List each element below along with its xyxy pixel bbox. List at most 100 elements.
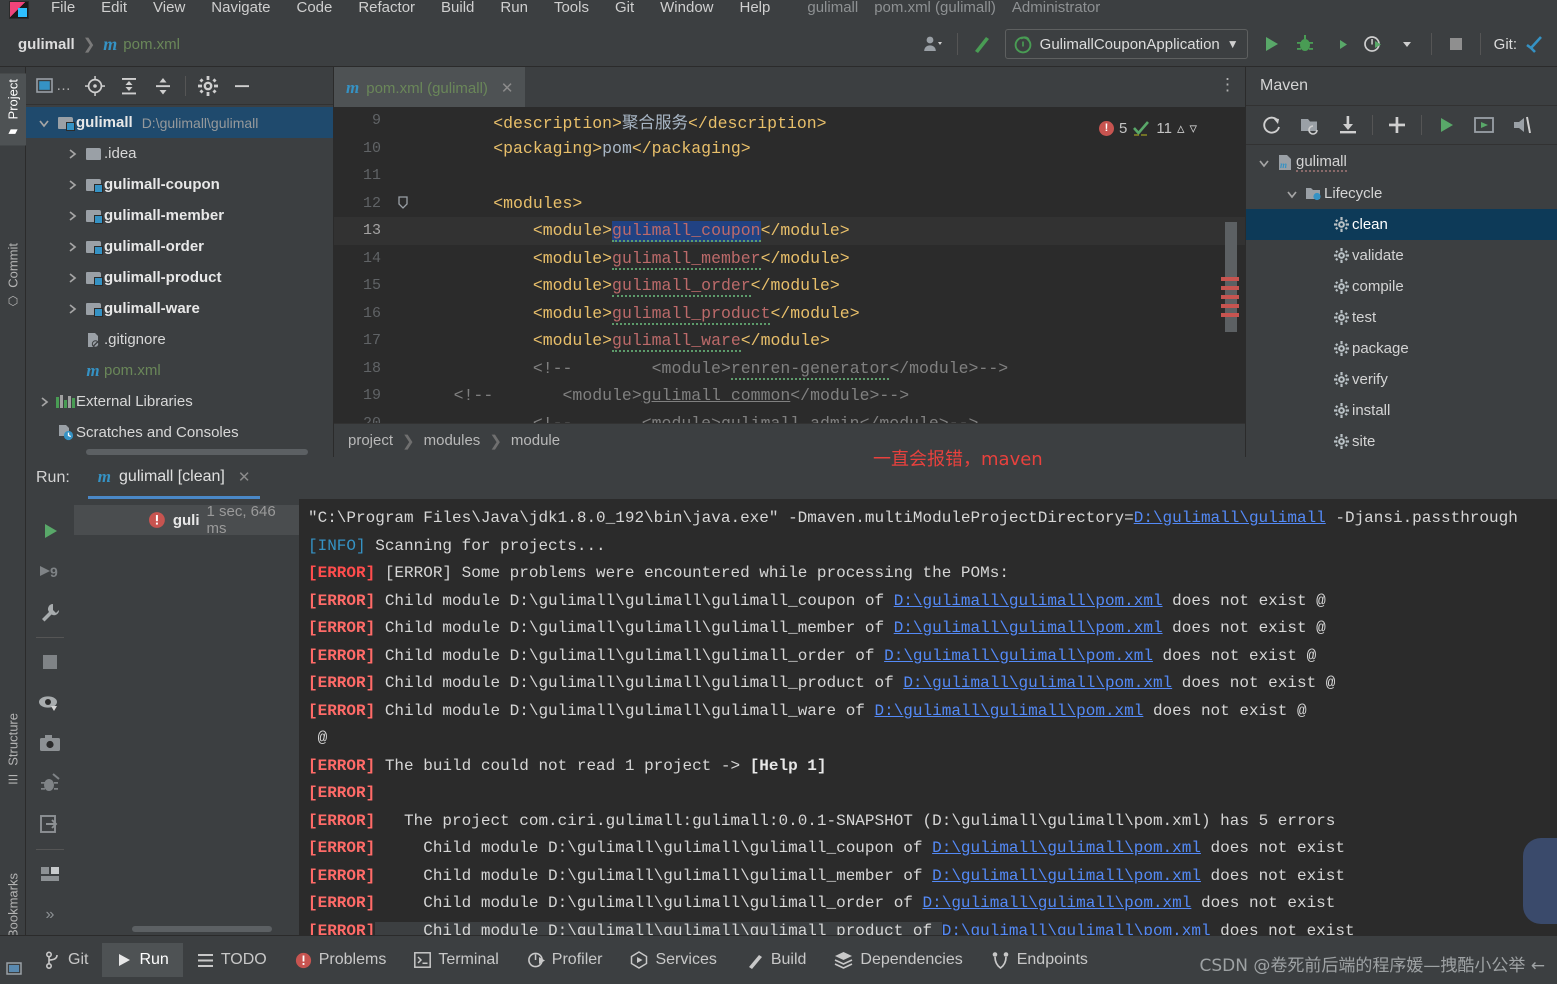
code-line[interactable]: 18 <!-- <module>renren-generator</module… <box>334 355 1245 383</box>
maven-tree-item-site[interactable]: site <box>1246 426 1557 457</box>
project-tree-item-gulimall-coupon[interactable]: gulimall-coupon <box>26 169 333 200</box>
maven-tree-item-validate[interactable]: validate <box>1246 240 1557 271</box>
project-tree[interactable]: gulimall D:\gulimall\gulimall .idea gulimal… <box>26 105 333 457</box>
chevron-down-icon[interactable] <box>1282 188 1302 200</box>
settings-gear-icon[interactable] <box>192 71 224 101</box>
run-with-coverage-button[interactable] <box>1322 27 1356 61</box>
console-link[interactable]: D:\gulimall\gulimall\pom.xml <box>894 619 1163 637</box>
error-stripe-markers[interactable] <box>1221 277 1239 322</box>
run-configuration-selector[interactable]: GulimallCouponApplication ▼ <box>1004 29 1248 59</box>
profiler-button[interactable] <box>1356 27 1390 61</box>
console-link[interactable]: D:\gulimall\gulimall\pom.xml <box>875 702 1144 720</box>
next-problem-icon[interactable]: ▿ <box>1189 119 1197 137</box>
code-line[interactable]: 10 <packaging>pom</packaging> <box>334 135 1245 163</box>
maven-tree-item-test[interactable]: test <box>1246 302 1557 333</box>
status-bar-tab-terminal[interactable]: Terminal <box>400 943 512 977</box>
rerun-failed-icon[interactable]: 9 <box>27 552 73 593</box>
notification-orb[interactable] <box>1523 838 1557 924</box>
debug-icon[interactable] <box>27 764 73 805</box>
maven-tree-item-lifecycle[interactable]: Lifecycle <box>1246 178 1557 209</box>
run-button[interactable] <box>1254 27 1288 61</box>
hide-window-icon[interactable] <box>226 71 258 101</box>
status-bar-tab-problems[interactable]: Problems <box>281 943 401 977</box>
locate-icon[interactable] <box>79 71 111 101</box>
chevron-right-icon[interactable] <box>62 303 82 315</box>
breadcrumb-project[interactable]: gulimall <box>18 36 75 53</box>
run-tree-hscrollbar[interactable] <box>132 926 272 932</box>
inspection-widget[interactable]: ! 5 11 ▵ ▿ <box>1099 119 1197 137</box>
project-tree-hscrollbar[interactable] <box>86 449 308 455</box>
fold-marker-icon[interactable] <box>392 196 414 210</box>
maven-tree-item-gulimall[interactable]: m gulimall <box>1246 147 1557 178</box>
console-link[interactable]: D:\gulimall\gulimall\pom.xml <box>942 922 1211 936</box>
maven-tree-item-verify[interactable]: verify <box>1246 364 1557 395</box>
maven-tree-item-compile[interactable]: compile <box>1246 271 1557 302</box>
console-link[interactable]: D:\gulimall\gulimall\pom.xml <box>923 894 1192 912</box>
menu-item-run[interactable]: Run <box>487 0 541 16</box>
code-line[interactable]: 20 <!-- <module>gulimall_admin</module>-… <box>334 410 1245 423</box>
status-bar-tab-profiler[interactable]: Profiler <box>513 943 617 977</box>
project-tree-item-scratches-and-consoles[interactable]: Scratches and Consoles <box>26 417 333 448</box>
code-line[interactable]: 13 <module>gulimall_coupon</module> <box>334 217 1245 245</box>
menu-item-build[interactable]: Build <box>428 0 487 16</box>
close-icon[interactable]: ✕ <box>501 79 514 97</box>
menu-item-view[interactable]: View <box>140 0 198 16</box>
chevron-right-icon[interactable] <box>34 396 54 408</box>
status-bar-tab-todo[interactable]: TODO <box>183 943 281 977</box>
maven-tree-item-install[interactable]: install <box>1246 395 1557 426</box>
console-link[interactable]: D:\gulimall\gulimall\pom.xml <box>884 647 1153 665</box>
run-tree-node[interactable]: guli 1 sec, 646 ms <box>74 503 299 537</box>
tool-window-button-project[interactable]: ▰ Project <box>0 73 26 146</box>
breadcrumb-file[interactable]: pom.xml <box>123 36 180 53</box>
status-bar-tab-dependencies[interactable]: Dependencies <box>820 943 976 977</box>
project-tree-item-gulimall-ware[interactable]: gulimall-ware <box>26 293 333 324</box>
maven-tree-item-clean[interactable]: clean <box>1246 209 1557 240</box>
execute-goal-icon[interactable] <box>1466 109 1502 141</box>
code-line[interactable]: 17 <module>gulimall_ware</module> <box>334 327 1245 355</box>
chevron-right-icon[interactable] <box>62 241 82 253</box>
more-options-icon[interactable]: ⋮ <box>1219 75 1237 95</box>
close-icon[interactable]: ✕ <box>238 468 251 486</box>
collapse-all-icon[interactable] <box>147 71 179 101</box>
editor-tab-pom-xml[interactable]: m pom.xml (gulimall) ✕ <box>334 67 525 107</box>
stop-button[interactable] <box>1439 27 1473 61</box>
code-viewport[interactable]: 9 <description>聚合服务</description> 10 <pac… <box>334 107 1245 423</box>
status-bar-tab-endpoints[interactable]: Endpoints <box>977 943 1102 977</box>
status-bar-tab-run[interactable]: Run <box>102 943 183 977</box>
more-icon[interactable]: » <box>27 894 73 935</box>
menu-item-refactor[interactable]: Refactor <box>345 0 428 16</box>
chevron-down-icon[interactable] <box>34 117 54 129</box>
breadcrumb-segment[interactable]: modules <box>424 432 481 449</box>
run-icon[interactable] <box>1428 109 1464 141</box>
project-tree-item-gulimall-order[interactable]: gulimall-order <box>26 231 333 262</box>
tool-window-button-structure[interactable]: ☰ Structure <box>0 707 26 792</box>
screenshot-icon[interactable] <box>27 723 73 764</box>
git-update-icon[interactable] <box>1517 27 1551 61</box>
add-maven-projects-icon[interactable] <box>1292 109 1328 141</box>
status-bar-tab-git[interactable]: Git <box>30 943 102 977</box>
run-result-tree[interactable]: guli 1 sec, 646 ms <box>74 499 300 935</box>
menu-item-code[interactable]: Code <box>283 0 345 16</box>
maven-tree-item-package[interactable]: package <box>1246 333 1557 364</box>
project-tree-item--idea[interactable]: .idea <box>26 138 333 169</box>
code-line[interactable]: 19 <!-- <module>gulimall_common</module>… <box>334 382 1245 410</box>
console-link[interactable]: D:\gulimall\gulimall\pom.xml <box>932 867 1201 885</box>
debug-button[interactable] <box>1288 27 1322 61</box>
expand-all-icon[interactable] <box>113 71 145 101</box>
layout-icon[interactable] <box>27 854 73 895</box>
tool-window-button-commit[interactable]: ⬡ Commit <box>0 237 26 314</box>
maven-tree[interactable]: m gulimall Lifecycle clean validate compile te… <box>1246 145 1557 457</box>
code-line[interactable]: 15 <module>gulimall_order</module> <box>334 272 1245 300</box>
chevron-down-icon[interactable] <box>1390 27 1424 61</box>
toggle-offline-icon[interactable] <box>1504 109 1540 141</box>
project-tree-item--gitignore[interactable]: .gitignore <box>26 324 333 355</box>
chevron-right-icon[interactable] <box>62 179 82 191</box>
breadcrumb-segment[interactable]: module <box>511 432 560 449</box>
chevron-right-icon[interactable] <box>62 148 82 160</box>
project-tree-item-gulimall[interactable]: gulimall D:\gulimall\gulimall <box>26 107 333 138</box>
user-icon[interactable] <box>916 27 950 61</box>
menu-item-tools[interactable]: Tools <box>541 0 602 16</box>
ellipsis-icon[interactable]: … <box>56 77 71 94</box>
code-line[interactable]: 16 <module>gulimall_product</module> <box>334 300 1245 328</box>
status-bar-tab-services[interactable]: Services <box>616 943 730 977</box>
